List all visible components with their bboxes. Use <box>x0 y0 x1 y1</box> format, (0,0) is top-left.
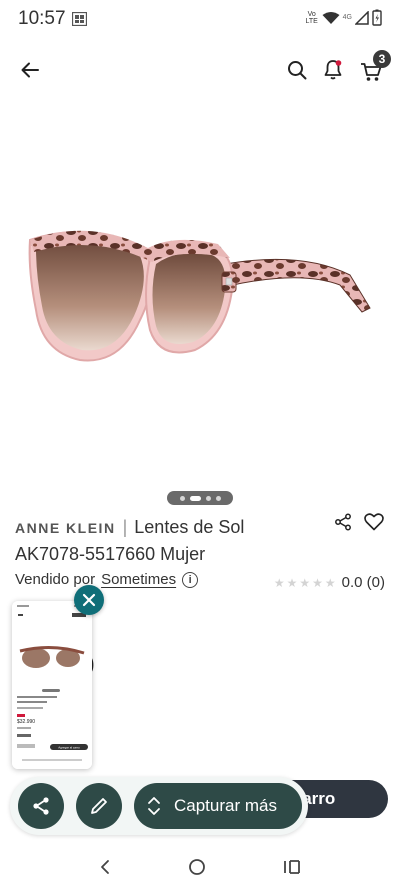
preview-cart-label: Agregar al carro <box>58 746 80 750</box>
capture-toolbar: Capturar más <box>10 777 308 835</box>
close-preview-button[interactable] <box>74 585 104 615</box>
app-bar: 3 <box>0 50 400 90</box>
search-button[interactable] <box>283 56 311 84</box>
capture-more-label: Capturar más <box>174 796 277 815</box>
screenshot-preview-image: $32.990 Agregar al carro <box>12 601 92 769</box>
seller-link[interactable]: Sometimes <box>101 571 176 588</box>
nav-recents-icon[interactable] <box>283 859 301 875</box>
star-icon: ★ <box>286 575 298 590</box>
battery-icon <box>372 9 382 26</box>
volte-icon: Vo LTE <box>305 10 318 25</box>
star-icon: ★ <box>324 575 336 590</box>
heart-icon[interactable] <box>364 513 384 531</box>
status-icons: Vo LTE 4G <box>305 9 382 26</box>
share-icon[interactable] <box>334 513 352 531</box>
system-nav-bar <box>0 845 400 889</box>
search-icon <box>288 61 307 80</box>
wifi-icon <box>322 11 340 24</box>
title-separator: | <box>122 517 128 537</box>
product-title-line1: Lentes de Sol <box>134 517 245 537</box>
share-icon <box>33 797 49 815</box>
expand-vertical-icon <box>134 795 174 817</box>
nav-back-icon[interactable] <box>99 859 111 875</box>
title-actions <box>334 513 384 531</box>
rating-text: 0.0 (0) <box>341 574 385 591</box>
capture-edit-button[interactable] <box>76 783 122 829</box>
carousel-dot-active[interactable] <box>189 495 201 501</box>
brand-name[interactable]: ANNE KLEIN <box>15 520 116 536</box>
pencil-icon <box>91 798 107 814</box>
close-icon <box>82 593 96 607</box>
capture-more-button[interactable]: Capturar más <box>134 783 302 829</box>
cart-count-badge: 3 <box>373 50 391 68</box>
status-bar: 10:57 Vo LTE 4G <box>0 0 400 40</box>
back-button[interactable] <box>16 56 44 84</box>
carousel-dot[interactable] <box>215 495 221 501</box>
capture-share-button[interactable] <box>18 783 64 829</box>
cart-button[interactable]: 3 <box>357 50 391 86</box>
rating[interactable]: ★ ★ ★ ★ ★ 0.0 (0) <box>274 574 385 591</box>
star-icon: ★ <box>273 575 285 590</box>
seller-row: Vendido por Sometimes i <box>15 571 199 588</box>
network-type-label: 4G <box>342 14 352 21</box>
product-title-line2: AK7078-5517660 Mujer <box>15 544 206 564</box>
nav-home-icon[interactable] <box>188 858 206 876</box>
product-title: ANNE KLEIN | Lentes de Sol AK7078-551766… <box>15 514 335 567</box>
carousel-dot[interactable] <box>205 495 211 501</box>
preview-price: $32.990 <box>17 719 35 725</box>
product-image[interactable] <box>0 130 400 480</box>
gallery-icon <box>72 12 87 26</box>
star-icon: ★ <box>312 575 323 590</box>
status-time: 10:57 <box>18 8 66 29</box>
notifications-button[interactable] <box>319 56 347 84</box>
back-arrow-icon <box>21 62 39 78</box>
carousel-dot[interactable] <box>179 495 185 501</box>
info-icon[interactable]: i <box>182 571 199 588</box>
screenshot-preview[interactable]: $32.990 Agregar al carro <box>12 601 92 769</box>
image-carousel-indicator[interactable] <box>167 491 233 505</box>
signal-icon <box>355 10 369 25</box>
star-icon: ★ <box>299 575 311 590</box>
bell-icon <box>324 60 342 80</box>
